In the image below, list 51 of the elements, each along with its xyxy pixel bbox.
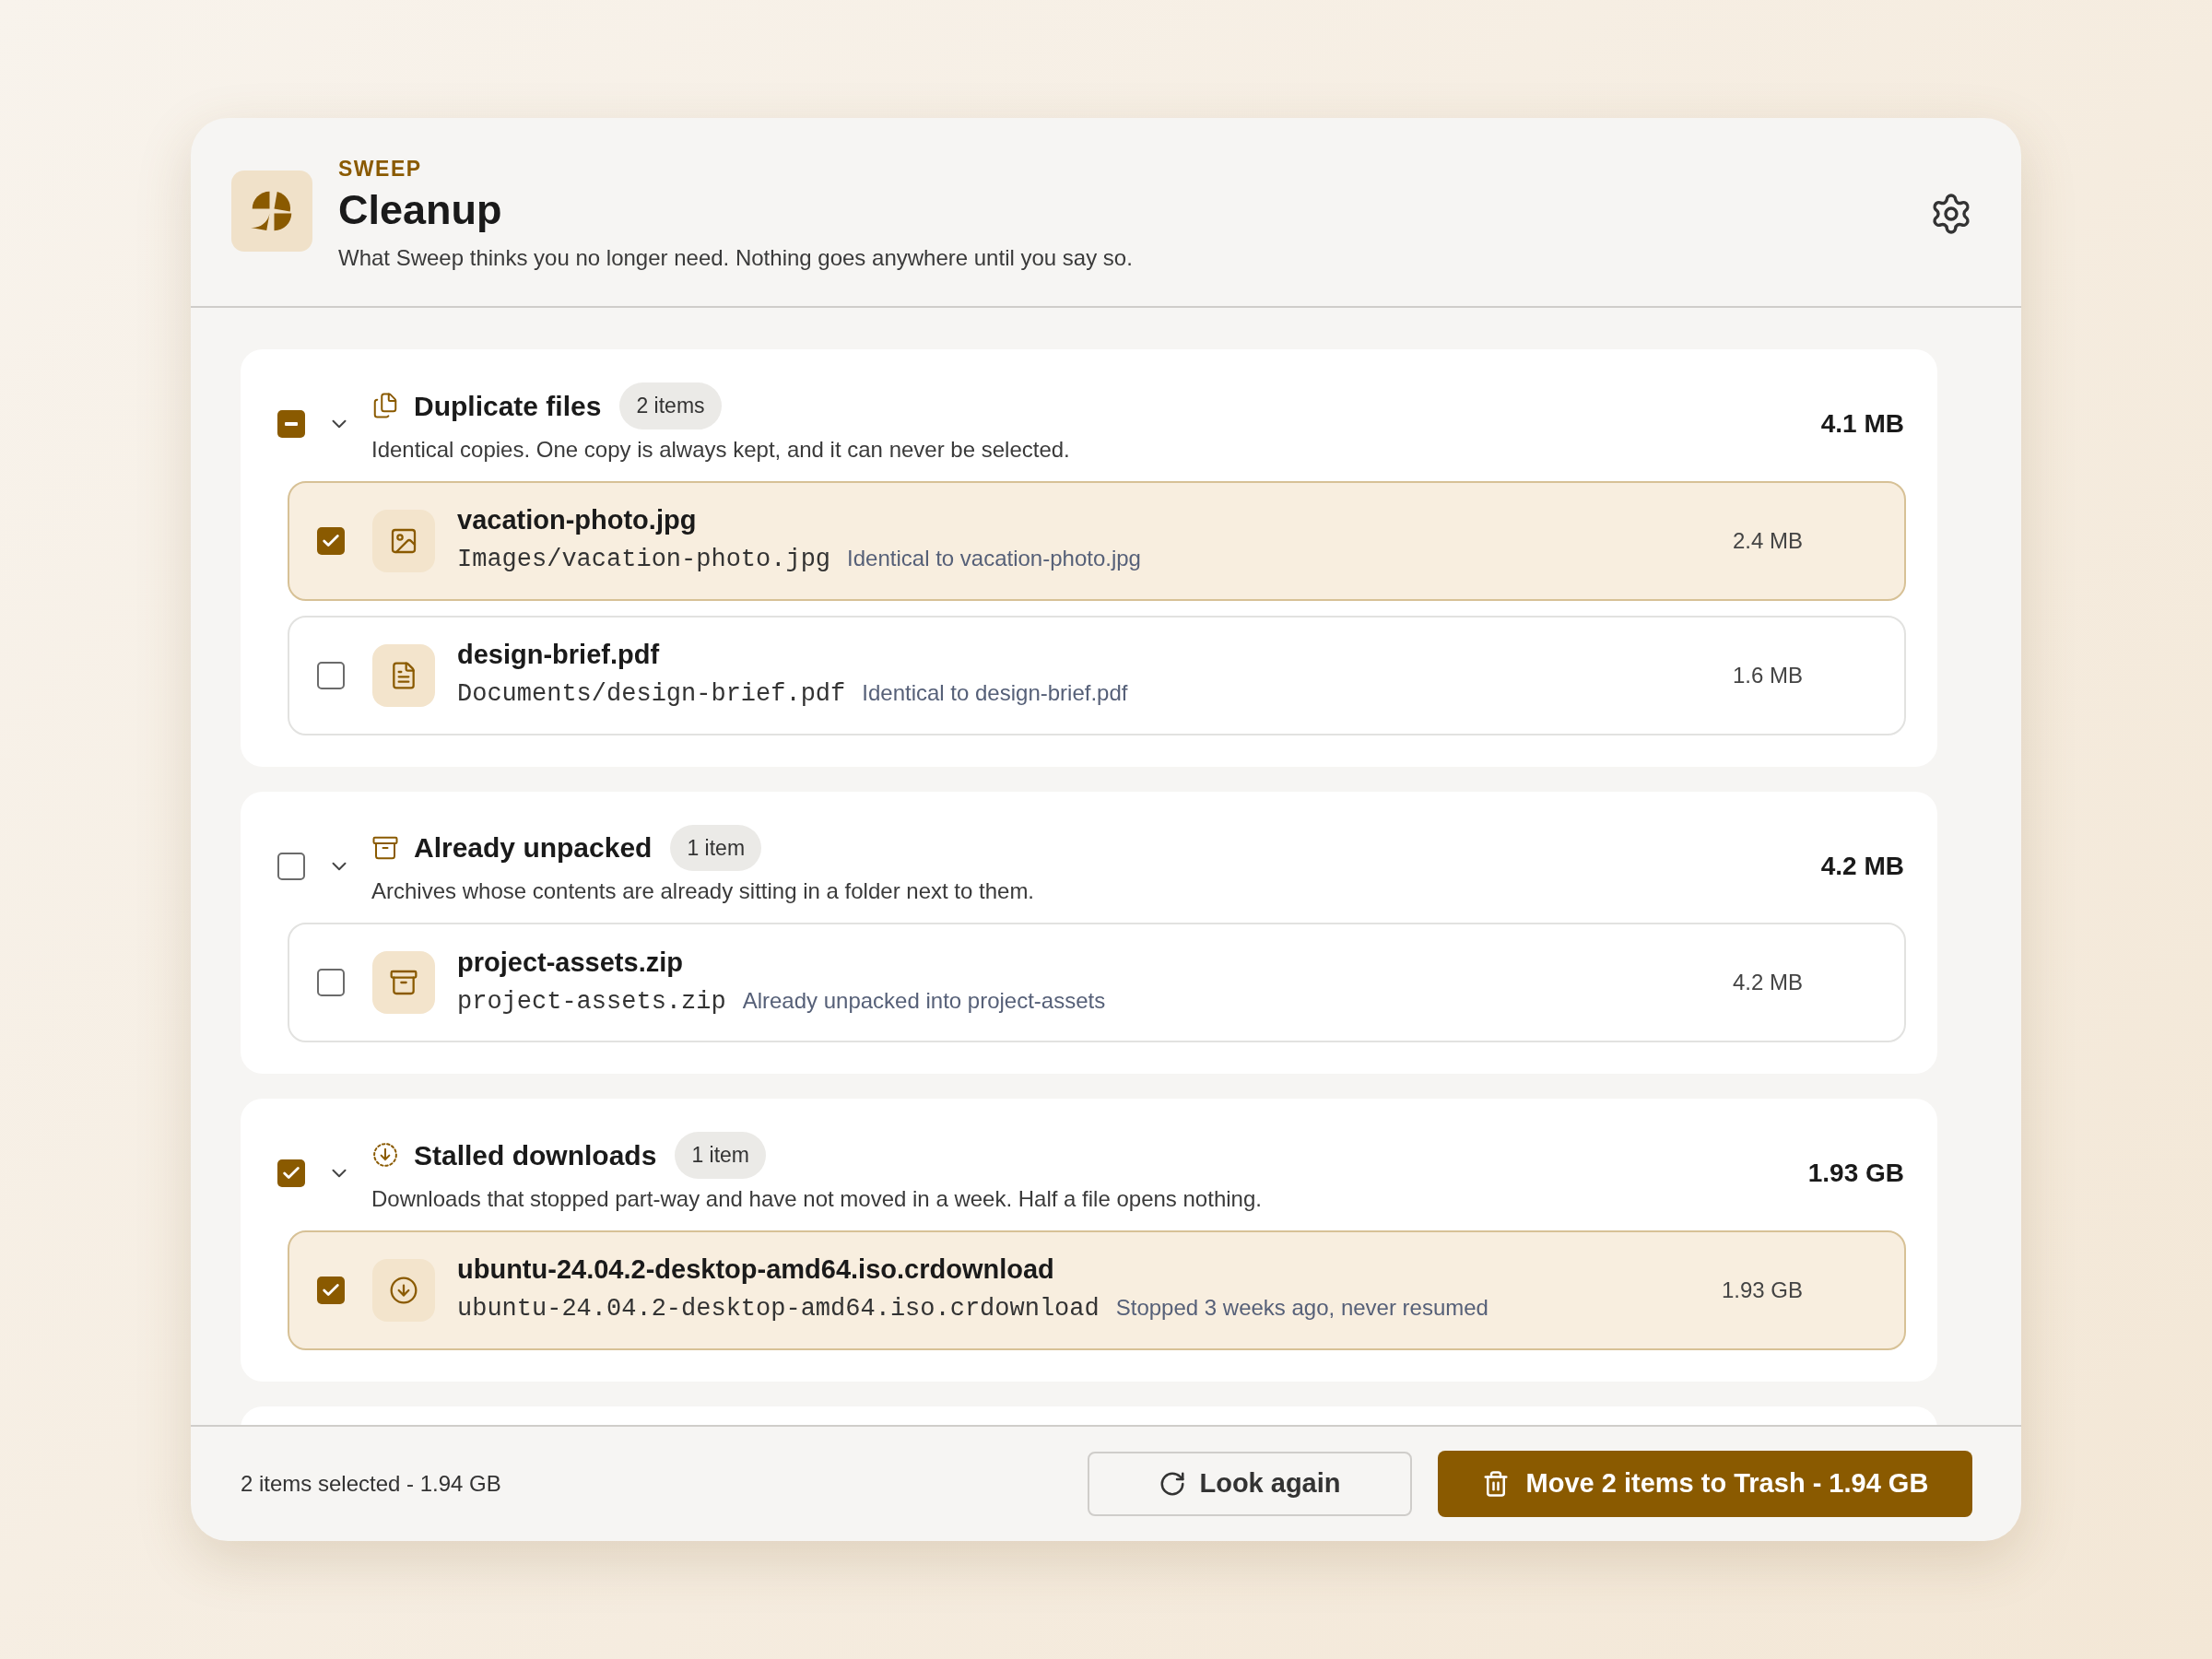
page-subtitle: What Sweep thinks you no longer need. Nothing goes anywhere until you say so.	[338, 244, 1134, 272]
file-path: ubuntu-24.04.2-desktop-amd64.iso.crdownload	[457, 1294, 1100, 1325]
file-note: Identical to vacation-photo.jpg	[847, 545, 1141, 573]
page-title: Cleanup	[338, 185, 503, 235]
file-row[interactable]: design-brief.pdf Documents/design-brief.pdf Identical to design-brief.pdf 1.6 MB	[288, 615, 1906, 735]
file-name: project-assets.zip	[457, 946, 684, 979]
checkbox[interactable]	[317, 969, 345, 996]
checkbox[interactable]	[317, 661, 345, 689]
category-title: Stalled downloads	[414, 1138, 657, 1172]
selection-summary: 2 items selected - 1.94 GB	[241, 1470, 502, 1498]
refresh-icon	[1159, 1470, 1187, 1498]
move-to-trash-button[interactable]: Move 2 items to Trash - 1.94 GB	[1438, 1451, 1972, 1517]
item-count-badge: 1 item	[675, 1132, 766, 1179]
file-row[interactable]: vacation-photo.jpg Images/vacation-photo.jpg Identical to vacation-photo.jpg 2.4 MB	[288, 480, 1906, 601]
checkbox[interactable]	[317, 526, 345, 555]
file-path: Documents/design-brief.pdf	[457, 679, 846, 711]
category-description: Downloads that stopped part-way and have not moved in a week. Half a file opens nothing.	[371, 1184, 1263, 1213]
file-size: 1.93 GB	[1721, 1276, 1803, 1304]
item-count-badge: 1 item	[670, 824, 762, 871]
file-name: vacation-photo.jpg	[457, 504, 698, 537]
checkbox[interactable]	[317, 1276, 345, 1304]
category-description: Identical copies. One copy is always kept, and it can never be selected.	[371, 435, 1071, 464]
download-icon	[371, 1141, 399, 1170]
file-path: project-assets.zip	[457, 986, 726, 1018]
item-count-badge: 2 items	[619, 382, 722, 429]
file-size: 2.4 MB	[1732, 526, 1803, 555]
category-title: Duplicate files	[414, 389, 602, 423]
checkbox[interactable]	[277, 1159, 305, 1188]
category-size: 1.93 GB	[1807, 1158, 1904, 1190]
category-size: 4.1 MB	[1820, 408, 1904, 441]
file-name: ubuntu-24.04.2-desktop-amd64.iso.crdownload	[457, 1253, 1055, 1287]
file-note: Already unpacked into project-assets	[742, 986, 1106, 1015]
archive-icon	[389, 968, 418, 997]
dash-icon	[285, 422, 298, 427]
look-again-button[interactable]: Look again	[1088, 1452, 1412, 1516]
category-description: Archives whose contents are already sitting in a folder next to them.	[371, 877, 1036, 905]
file-row[interactable]: project-assets.zip project-assets.zip Already unpacked into project-assets 4.2 MB	[288, 923, 1906, 1042]
download-icon	[389, 1275, 418, 1305]
file-size: 1.6 MB	[1732, 661, 1803, 689]
category-title: Already unpacked	[414, 831, 653, 865]
file-row[interactable]: ubuntu-24.04.2-desktop-amd64.iso.crdownload ubuntu-24.04.2-desktop-amd64.iso.crdownload Stopped 3 weeks ago, never resumed 1.93 GB	[288, 1230, 1906, 1350]
copy-icon	[371, 392, 399, 420]
file-note: Identical to design-brief.pdf	[862, 679, 1128, 708]
category-size: 4.2 MB	[1820, 850, 1904, 882]
checkbox[interactable]	[277, 410, 305, 439]
file-name: design-brief.pdf	[457, 639, 661, 672]
app-eyebrow: SWEEP	[338, 156, 423, 182]
file-size: 4.2 MB	[1732, 969, 1803, 996]
checkbox[interactable]	[277, 852, 305, 880]
file-path: Images/vacation-photo.jpg	[457, 545, 831, 576]
file-note: Stopped 3 weeks ago, never resumed	[1115, 1294, 1488, 1323]
